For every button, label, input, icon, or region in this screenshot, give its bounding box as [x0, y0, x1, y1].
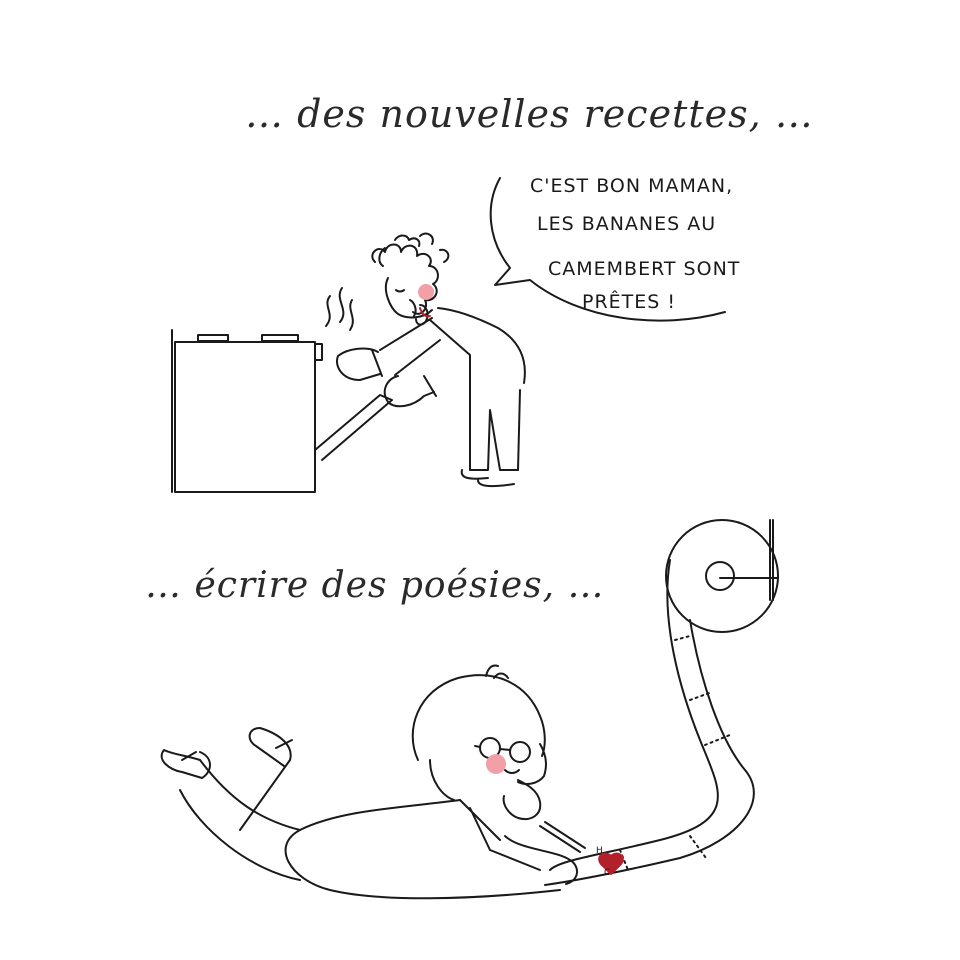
- comic-panel: … des nouvelles recettes, … C'EST BON MA…: [0, 0, 960, 960]
- oven: [171, 287, 393, 493]
- illustration: [160, 177, 779, 900]
- toilet-paper-roll: [544, 519, 779, 886]
- blush-mother: [418, 284, 434, 300]
- paper-initial-top: H: [596, 846, 603, 856]
- paper-initial-bottom: C: [604, 868, 611, 878]
- speech-bubble-outline: [489, 177, 726, 322]
- child-character: [160, 664, 586, 900]
- mother-character: [336, 232, 526, 488]
- blush-child: [486, 754, 506, 774]
